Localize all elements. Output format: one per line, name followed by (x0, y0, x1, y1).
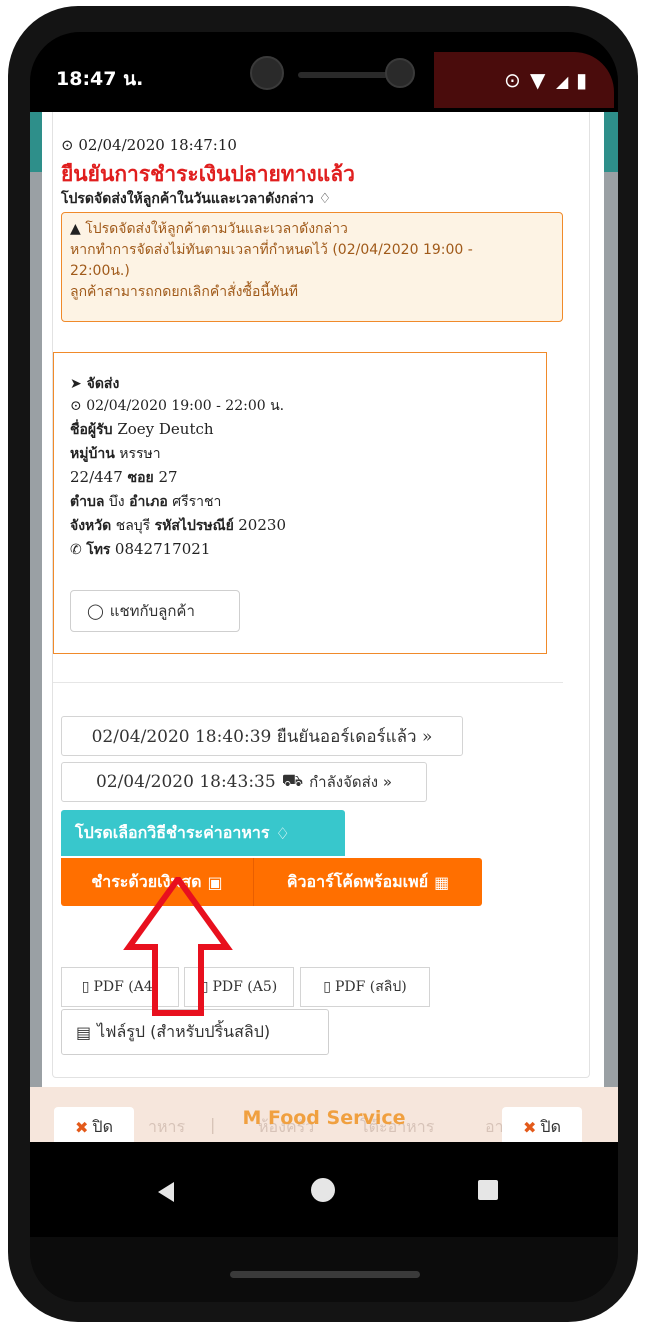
phone-icon: ✆ (70, 542, 82, 558)
order-modal: ⊙ 02/04/2020 18:47:10 ยืนยันการชำระเงินป… (42, 112, 604, 1087)
file-pdf-icon: ▯ (81, 979, 90, 995)
payment-confirmed-title: ยืนยันการชำระเงินปลายทางแล้ว (61, 162, 355, 186)
app-screen: ⊙ 02/04/2020 18:47:10 ยืนยันการชำระเงินป… (30, 112, 618, 1142)
warning-icon: ▲ (70, 221, 81, 237)
close-icon: ✖ (523, 1117, 537, 1137)
pdf-slip-button[interactable]: ▯ PDF (สลิป) (300, 967, 430, 1007)
file-pdf-icon: ▯ (323, 979, 331, 995)
payment-method-prompt: โปรดเลือกวิธีชำระค่าอาหาร ♢ (61, 810, 345, 856)
recipient-line: ชื่อผู้รับ Zoey Deutch (70, 420, 214, 438)
delivery-window: ⊙ 02/04/2020 19:00 - 22:00 น. (70, 398, 285, 414)
location-pin-icon: ⊙ (504, 68, 521, 92)
back-icon[interactable] (158, 1182, 174, 1202)
promptpay-qr-button[interactable]: คิวอาร์โค้ดพร้อมเพย์ ▦ (254, 858, 482, 906)
android-nav-bar (30, 1142, 618, 1237)
qr-code-icon: ▦ (434, 872, 450, 892)
phone-screen-area: 18:47 น. ⊙ ▼ ◢ ▮ ⊙ 02/04/2020 18:47:10 ย… (30, 32, 618, 1302)
modal-footer: า​หาร | ห้องครัว โต๊ะอาหาร อา M Food Ser… (30, 1087, 618, 1142)
earpiece-icon (298, 72, 388, 78)
order-timestamp: ⊙ 02/04/2020 18:47:10 (61, 136, 237, 154)
province-line: จังหวัด ชลบุรี รหัสไปรษณีย์ 20230 (70, 516, 286, 534)
annotation-arrow-icon (123, 877, 233, 1016)
cart-icon: ⛟ (281, 771, 304, 791)
confirm-subtitle: โปรดจัดส่งให้ลูกค้าในวันและเวลาดังกล่าว … (61, 191, 332, 207)
close-button-right[interactable]: ✖ ปิด (502, 1107, 582, 1142)
close-button-left[interactable]: ✖ ปิด (54, 1107, 134, 1142)
status-bar: 18:47 น. ⊙ ▼ ◢ ▮ (30, 32, 618, 112)
chat-bubble-icon: ◯ (87, 602, 104, 620)
order-card: ⊙ 02/04/2020 18:47:10 ยืนยันการชำระเงินป… (52, 112, 590, 1078)
delivery-warning-alert: ▲ โปรดจัดส่งให้ลูกค้าตามวันและเวลาดังกล่… (61, 212, 563, 322)
front-sensor-icon (385, 58, 415, 88)
thumbs-down-icon: ♢ (275, 823, 290, 843)
gesture-bar (230, 1271, 420, 1278)
front-camera-icon (250, 56, 284, 90)
clock-icon: ⊙ (70, 398, 82, 414)
battery-icon: ▮ (576, 68, 588, 92)
delivery-heading: ➤ จัดส่ง (70, 376, 120, 392)
status-icons: ⊙ ▼ ◢ ▮ (434, 52, 614, 108)
clock-icon: ⊙ (61, 136, 74, 154)
file-text-icon: ▤ (76, 1022, 92, 1042)
wifi-icon: ▼ (530, 68, 546, 92)
background-header-strip (30, 112, 42, 172)
background-header-strip (604, 112, 618, 172)
house-line: 22/447 ซอย 27 (70, 468, 178, 486)
subdistrict-line: ตำบล บึง อำเภอ ศรีราชา (70, 494, 222, 510)
delivery-address-box: ➤ จัดส่ง ⊙ 02/04/2020 19:00 - 22:00 น. ช… (53, 352, 547, 654)
village-line: หมู่บ้าน หรรษา (70, 446, 161, 462)
thumbs-down-icon: ♢ (318, 191, 332, 207)
status-confirmed-button[interactable]: 02/04/2020 18:40:39 ยืนยันออร์เดอร์แล้ว … (61, 716, 463, 756)
chat-with-customer-button[interactable]: ◯ แชทกับลูกค้า (70, 590, 240, 632)
phone-chin (30, 1237, 618, 1302)
send-arrow-icon: ➤ (70, 376, 82, 392)
signal-icon: ◢ (556, 72, 569, 91)
recent-apps-icon[interactable] (478, 1180, 498, 1200)
phone-frame: 18:47 น. ⊙ ▼ ◢ ▮ ⊙ 02/04/2020 18:47:10 ย… (8, 6, 638, 1322)
divider (53, 682, 563, 683)
home-icon[interactable] (311, 1178, 335, 1202)
phone-line: ✆ โทร 0842717021 (70, 540, 211, 558)
status-delivering-button[interactable]: 02/04/2020 18:43:35 ⛟ กำลังจัดส่ง » (61, 762, 427, 802)
close-icon: ✖ (75, 1117, 89, 1137)
status-time: 18:47 น. (56, 68, 144, 90)
